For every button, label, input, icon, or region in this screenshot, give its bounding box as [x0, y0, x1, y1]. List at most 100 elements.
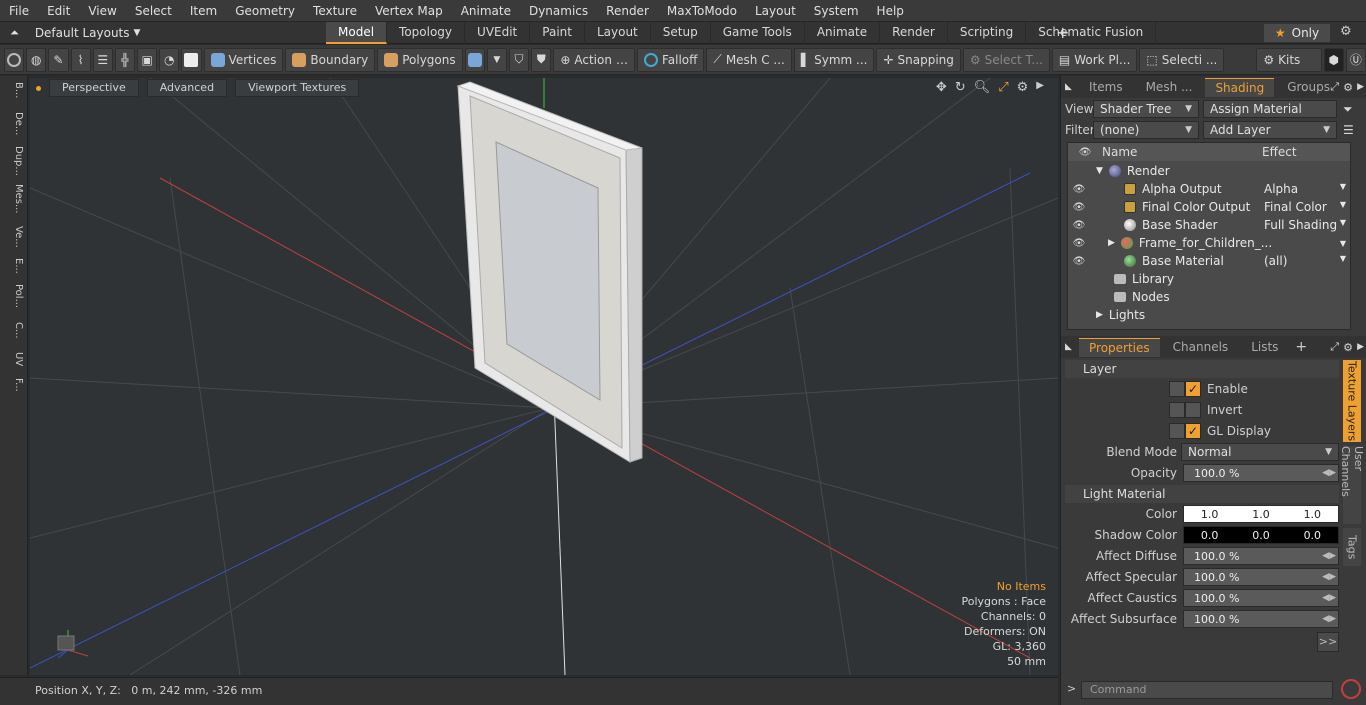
- color-g[interactable]: 1.0: [1252, 508, 1270, 521]
- pen-button[interactable]: ✎: [48, 47, 69, 72]
- 3d-viewport[interactable]: Perspective Advanced Viewport Textures ✥…: [30, 78, 1058, 675]
- left-tab-fusion[interactable]: F...: [4, 378, 24, 392]
- left-tab-deform[interactable]: De...: [4, 112, 24, 135]
- tab-lists[interactable]: Lists: [1241, 338, 1288, 356]
- tab-setup[interactable]: Setup: [651, 22, 711, 44]
- expand-icon[interactable]: ⤢: [1330, 340, 1339, 354]
- tree-row[interactable]: 👁︎ Final Color Output Final Color ▼: [1068, 198, 1350, 216]
- center-button[interactable]: ╬: [114, 47, 136, 72]
- add-tab-button[interactable]: +: [1056, 22, 1069, 44]
- unreal-button[interactable]: Ⓤ: [1345, 47, 1366, 72]
- vertices-button[interactable]: Vertices: [203, 47, 284, 72]
- tree-row[interactable]: 👁︎ Base Material (all) ▼: [1068, 252, 1350, 270]
- box-button[interactable]: ▣: [137, 47, 158, 72]
- funnel-icon[interactable]: ⏷: [1343, 102, 1353, 117]
- tab-model[interactable]: Model: [326, 22, 388, 44]
- left-tab-curve[interactable]: C...: [4, 322, 24, 339]
- spinner-icon[interactable]: ◀▶: [1322, 593, 1336, 603]
- item-mode-button[interactable]: [181, 47, 202, 72]
- mesh-constraint-button[interactable]: ⟋ Mesh C ...: [706, 47, 792, 72]
- left-tab-edge[interactable]: E...: [4, 258, 24, 274]
- left-tab-polygon[interactable]: Pol...: [4, 284, 24, 308]
- gear-icon[interactable]: ⚙: [1340, 24, 1352, 39]
- menu-view[interactable]: View: [79, 0, 125, 22]
- eye-icon[interactable]: 👁︎: [1071, 220, 1087, 231]
- chevron-down-icon[interactable]: ▼: [1340, 239, 1346, 248]
- color-b[interactable]: 1.0: [1304, 508, 1322, 521]
- affect-subsurface-field[interactable]: 100.0 % ◀▶: [1183, 610, 1339, 628]
- selection-sets-button[interactable]: ⬚ Selecti ...: [1139, 47, 1225, 72]
- tab-items[interactable]: Items: [1079, 78, 1133, 96]
- gl-display-checkbox[interactable]: ✓: [1185, 423, 1201, 439]
- gl-display-link-toggle[interactable]: [1169, 423, 1185, 439]
- tab-properties[interactable]: Properties: [1079, 337, 1160, 357]
- assign-material-dropdown[interactable]: Assign Material: [1203, 100, 1337, 118]
- color-field[interactable]: 1.0 1.0 1.0: [1183, 505, 1339, 523]
- add-tab-button[interactable]: +: [1295, 339, 1307, 355]
- play-icon[interactable]: ▶: [1036, 80, 1044, 95]
- viewport-options-icon[interactable]: [36, 85, 41, 91]
- spinner-icon[interactable]: ◀▶: [1322, 551, 1336, 561]
- enable-link-toggle[interactable]: [1169, 381, 1185, 397]
- timer-button[interactable]: ◔: [159, 47, 180, 72]
- globe-button[interactable]: ◍: [26, 47, 47, 72]
- menu-file[interactable]: File: [0, 0, 38, 22]
- tree-row[interactable]: 👁︎ Alpha Output Alpha ▼: [1068, 180, 1350, 198]
- chevron-down-icon[interactable]: ▼: [1340, 182, 1346, 196]
- zoom-icon[interactable]: 🔍︎: [974, 80, 991, 95]
- symmetry-toggle-button[interactable]: ⛉: [508, 47, 530, 72]
- left-tab-basic[interactable]: B...: [4, 82, 24, 98]
- move-view-icon[interactable]: ✥: [936, 80, 947, 95]
- menu-maxtomodo[interactable]: MaxToModo: [658, 0, 746, 22]
- color-r[interactable]: 1.0: [1201, 508, 1219, 521]
- panel-menu-icon[interactable]: ◣: [1065, 342, 1072, 352]
- left-tab-uv[interactable]: UV: [4, 352, 24, 366]
- align-button[interactable]: ☰: [92, 47, 113, 72]
- menu-select[interactable]: Select: [126, 0, 181, 22]
- menu-texture[interactable]: Texture: [304, 0, 366, 22]
- panel-menu-icon[interactable]: ◣: [1065, 82, 1072, 92]
- tree-row[interactable]: 👁︎ ▶ Frame_for_Children_... ▼: [1068, 234, 1350, 252]
- polygons-button[interactable]: Polygons: [377, 47, 463, 72]
- view-dropdown[interactable]: Shader Tree ▼: [1093, 100, 1199, 118]
- select-mode-button[interactable]: [4, 47, 25, 72]
- menu-geometry[interactable]: Geometry: [226, 0, 304, 22]
- falloff-button[interactable]: Falloff: [636, 47, 705, 72]
- menu-item[interactable]: Item: [181, 0, 226, 22]
- select-through-button[interactable]: ⚙ Select T...: [962, 47, 1050, 72]
- perspective-button[interactable]: Perspective: [49, 79, 139, 97]
- arrow-right-icon[interactable]: ▶: [1357, 342, 1364, 352]
- affect-specular-field[interactable]: 100.0 % ◀▶: [1183, 568, 1339, 586]
- viewport-textures-button[interactable]: Viewport Textures: [235, 79, 360, 97]
- layer-section-header[interactable]: Layer: [1065, 360, 1339, 378]
- light-material-section-header[interactable]: Light Material: [1065, 485, 1339, 503]
- tab-game-tools[interactable]: Game Tools: [711, 22, 805, 44]
- menu-layout[interactable]: Layout: [746, 0, 805, 22]
- chevron-down-icon[interactable]: ▼: [1340, 254, 1346, 268]
- advanced-button[interactable]: Advanced: [146, 79, 228, 97]
- action-center-button[interactable]: ⊕ Action…: [553, 47, 635, 72]
- blend-mode-dropdown[interactable]: Normal ▼: [1181, 443, 1339, 461]
- arrow-right-icon[interactable]: ▶: [1357, 82, 1364, 92]
- tab-shading[interactable]: Shading: [1205, 77, 1275, 97]
- tree-row[interactable]: ▶ Lights: [1068, 306, 1350, 324]
- invert-link-toggle[interactable]: [1169, 402, 1185, 418]
- tab-render[interactable]: Render: [880, 22, 948, 44]
- collapsed-arrow-icon[interactable]: ▶: [1108, 238, 1115, 248]
- gear-icon[interactable]: ⚙: [1343, 341, 1353, 354]
- left-tab-mesh-edit[interactable]: Mes...: [4, 184, 24, 214]
- tree-row[interactable]: 👁︎ Base Shader Full Shading ▼: [1068, 216, 1350, 234]
- tab-topology[interactable]: Topology: [387, 22, 466, 44]
- affect-diffuse-field[interactable]: 100.0 % ◀▶: [1183, 547, 1339, 565]
- modo-logo-button[interactable]: ⬢: [1323, 47, 1344, 72]
- filter-dropdown[interactable]: (none) ▼: [1093, 121, 1199, 139]
- spinner-icon[interactable]: ◀▶: [1322, 572, 1336, 582]
- eye-icon[interactable]: 👁︎: [1071, 184, 1087, 195]
- tab-mesh[interactable]: Mesh ...: [1136, 78, 1203, 96]
- boundary-button[interactable]: Boundary: [285, 47, 376, 72]
- kits-button[interactable]: ⚙ Kits: [1256, 47, 1322, 72]
- spinner-icon[interactable]: ◀▶: [1322, 468, 1336, 478]
- opacity-field[interactable]: 100.0 % ◀▶: [1183, 464, 1339, 482]
- snap-toggle-button[interactable]: ⛊: [531, 47, 552, 72]
- tree-row[interactable]: Library: [1068, 270, 1350, 288]
